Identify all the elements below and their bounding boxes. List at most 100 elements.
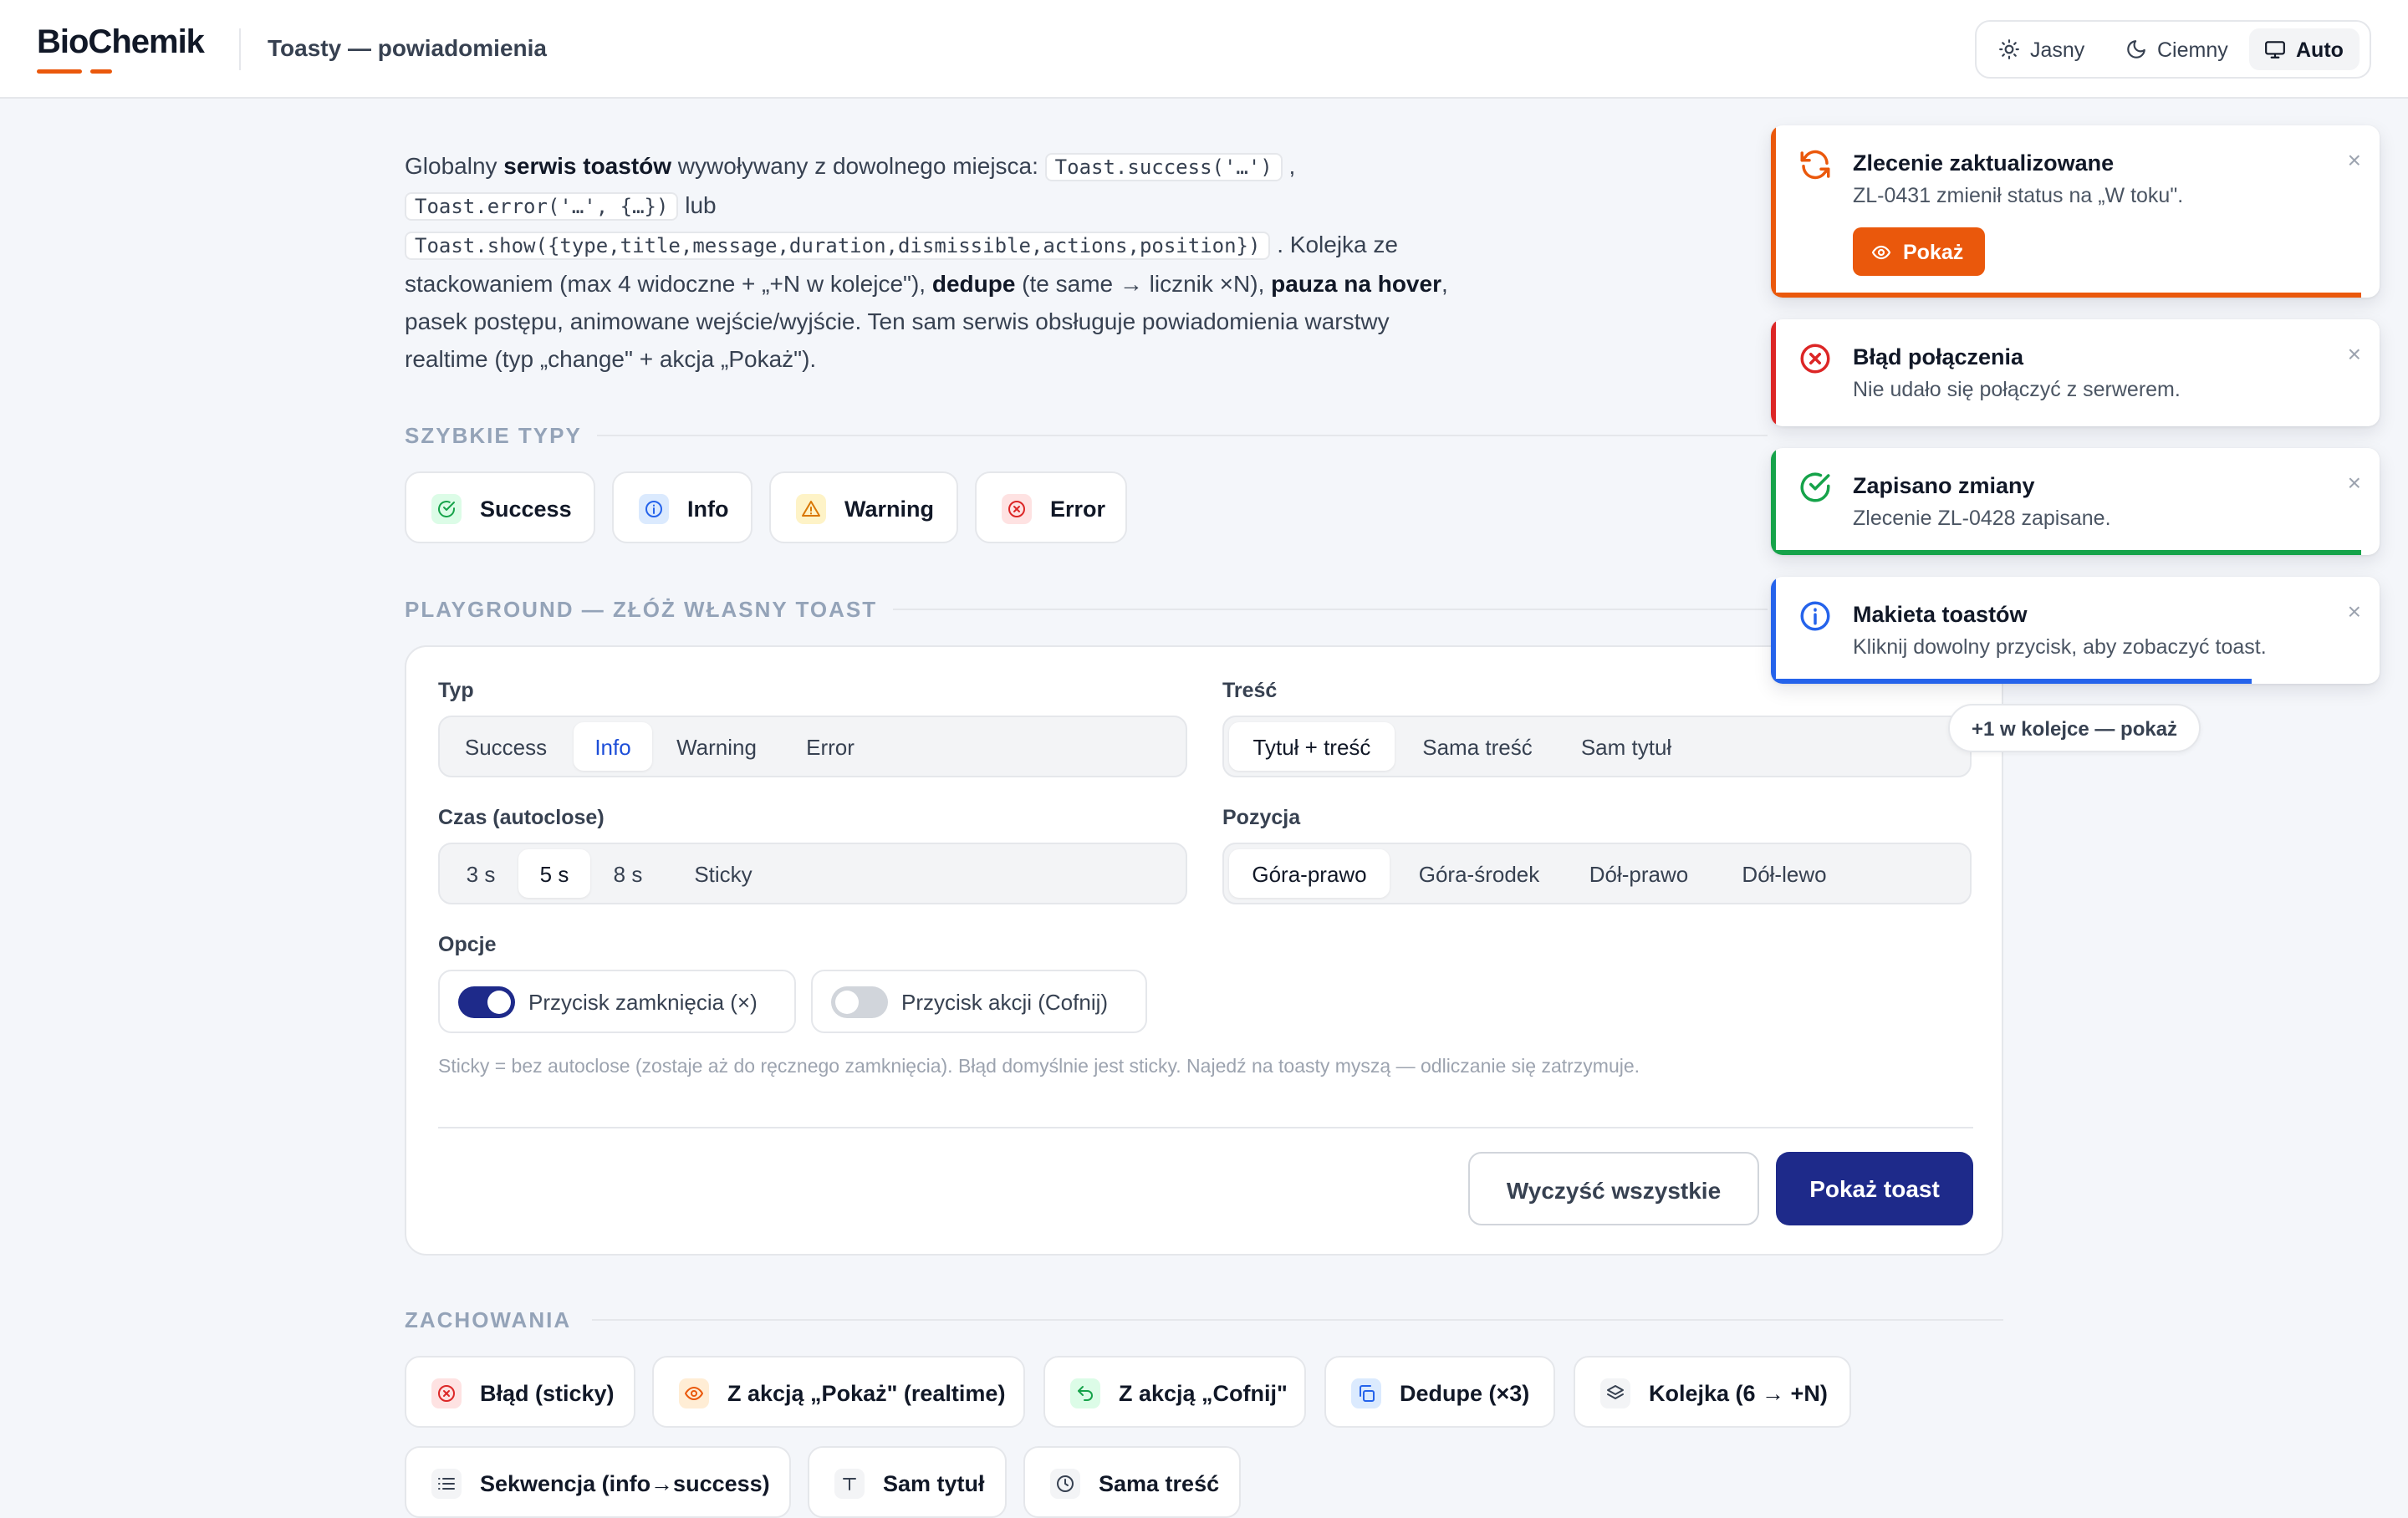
behavior-action-undo-button[interactable]: Z akcją „Cofnij" — [1043, 1356, 1306, 1428]
type-option-success[interactable]: Success — [445, 722, 567, 771]
toast-success[interactable]: Zapisano zmiany Zlecenie ZL-0428 zapisan… — [1771, 448, 2380, 555]
toast-title: Zapisano zmiany — [1853, 473, 2035, 498]
toast-show-action-button[interactable]: Pokaż — [1853, 227, 1985, 276]
close-icon[interactable]: × — [2348, 599, 2361, 625]
toast-title: Błąd połączenia — [1853, 344, 2024, 369]
action-button-toggle[interactable]: Przycisk akcji (Cofnij) — [811, 970, 1147, 1033]
page-title: Toasty — powiadomienia — [268, 35, 547, 61]
toast-info[interactable]: Makieta toastów Kliknij dowolny przycisk… — [1771, 577, 2380, 684]
toast-message: ZL-0431 zmienił status na „W toku". — [1853, 184, 2184, 207]
logo[interactable]: BioChemik — [37, 23, 205, 61]
toast-action-label: Pokaż — [1903, 241, 1964, 264]
position-option-bottom-right[interactable]: Dół-prawo — [1569, 849, 1709, 898]
content-option-title-body[interactable]: Tytuł + treść — [1229, 722, 1395, 771]
queue-more-label: +1 w kolejce — pokaż — [1971, 718, 2178, 741]
quick-info-button[interactable]: Info — [612, 471, 752, 543]
quick-warning-button[interactable]: Warning — [769, 471, 958, 543]
info-icon — [1800, 601, 1830, 631]
close-button-toggle-label: Przycisk zamknięcia (×) — [528, 990, 758, 1015]
theme-auto-button[interactable]: Auto — [2249, 28, 2360, 70]
behavior-error-sticky-button[interactable]: Błąd (sticky) — [405, 1356, 635, 1428]
position-option-top-right[interactable]: Góra-prawo — [1229, 849, 1390, 898]
behavior-sequence-button[interactable]: Sekwencja (info→success) — [405, 1446, 791, 1518]
intro-text-6: (te same → licznik ×N), — [1015, 271, 1272, 297]
toast-accent — [1771, 448, 1776, 555]
behavior-body-only-button[interactable]: Sama treść — [1023, 1446, 1241, 1518]
queue-more-chip[interactable]: +1 w kolejce — pokaż — [1948, 704, 2201, 752]
theme-auto-label: Auto — [2296, 38, 2344, 62]
duration-option-3s[interactable]: 3 s — [445, 849, 517, 898]
type-option-label: Info — [594, 735, 631, 760]
options-label: Opcje — [438, 933, 497, 956]
type-option-error[interactable]: Error — [781, 722, 880, 771]
toggle-knob — [835, 991, 859, 1014]
toggle-switch-on[interactable] — [458, 986, 515, 1018]
behavior-title-only-button[interactable]: Sam tytuł — [808, 1446, 1007, 1518]
theme-dark-label: Ciemny — [2157, 38, 2228, 62]
behavior-queue-button[interactable]: Kolejka (6 → +N) — [1574, 1356, 1851, 1428]
quick-success-label: Success — [480, 497, 572, 522]
position-option-top-center[interactable]: Góra-środek — [1396, 849, 1562, 898]
toast-message: Kliknij dowolny przycisk, aby zobaczyć t… — [1853, 635, 2267, 659]
success-icon — [431, 494, 462, 524]
toast-title: Zlecenie zaktualizowane — [1853, 150, 2115, 176]
behavior-label: Z akcją „Cofnij" — [1119, 1381, 1288, 1406]
intro-text: Globalny serwis toastów wywoływany z dow… — [405, 147, 1458, 378]
duration-option-5s[interactable]: 5 s — [518, 849, 590, 898]
type-option-label: Warning — [676, 735, 757, 760]
duration-label: Czas (autoclose) — [438, 806, 605, 829]
text-icon — [834, 1469, 865, 1499]
position-option-label: Góra-środek — [1418, 862, 1540, 887]
content-option-label: Sama treść — [1422, 735, 1533, 760]
show-toast-label: Pokaż toast — [1809, 1176, 1940, 1202]
error-icon — [1002, 494, 1032, 524]
theme-dark-button[interactable]: Ciemny — [2110, 28, 2242, 70]
duration-option-label: 3 s — [466, 862, 496, 887]
type-option-warning[interactable]: Warning — [659, 722, 774, 771]
toast-progress — [1771, 293, 2362, 298]
playground-heading: PLAYGROUND — ZŁÓŻ WŁASNY TOAST — [405, 597, 878, 622]
behavior-dedupe-button[interactable]: Dedupe (×3) — [1324, 1356, 1555, 1428]
action-button-toggle-label: Przycisk akcji (Cofnij) — [901, 990, 1109, 1015]
toast-message: Zlecenie ZL-0428 zapisane. — [1853, 507, 2111, 530]
content-option-body-only[interactable]: Sama treść — [1401, 722, 1553, 771]
section-rule — [893, 609, 1768, 610]
check-circle-icon — [1800, 472, 1830, 502]
quick-error-button[interactable]: Error — [975, 471, 1127, 543]
intro-bold-3: pauza na hover — [1271, 271, 1441, 297]
toast-progress — [1771, 679, 2252, 684]
close-icon[interactable]: × — [2348, 341, 2361, 368]
intro-text-1: Globalny — [405, 153, 504, 179]
toggle-switch-off[interactable] — [831, 986, 888, 1018]
quick-warning-label: Warning — [844, 497, 934, 522]
clear-all-button[interactable]: Wyczyść wszystkie — [1468, 1152, 1759, 1225]
card-divider — [438, 1127, 1973, 1128]
toast-error[interactable]: Błąd połączenia Nie udało się połączyć z… — [1771, 319, 2380, 426]
duration-option-label: 8 s — [613, 862, 643, 887]
duration-option-sticky[interactable]: Sticky — [671, 849, 776, 898]
duration-selector: 3 s 5 s 8 s Sticky — [438, 843, 1187, 904]
quick-types-heading: SZYBKIE TYPY — [405, 423, 582, 448]
x-circle-icon — [1800, 344, 1830, 374]
code-toast-show: Toast.show({type,title,message,duration,… — [405, 232, 1271, 260]
toast-message: Nie udało się połączyć z serwerem. — [1853, 378, 2181, 401]
intro-text-4: lub — [678, 192, 717, 218]
close-button-toggle[interactable]: Przycisk zamknięcia (×) — [438, 970, 796, 1033]
layers-icon — [1600, 1378, 1630, 1408]
list-icon — [431, 1469, 462, 1499]
show-toast-button[interactable]: Pokaż toast — [1776, 1152, 1973, 1225]
section-rule — [597, 435, 1768, 436]
warning-icon — [796, 494, 826, 524]
quick-success-button[interactable]: Success — [405, 471, 595, 543]
close-icon[interactable]: × — [2348, 470, 2361, 497]
close-icon[interactable]: × — [2348, 147, 2361, 174]
content-option-title-only[interactable]: Sam tytuł — [1560, 722, 1692, 771]
toast-change[interactable]: Zlecenie zaktualizowane ZL-0431 zmienił … — [1771, 125, 2380, 298]
duration-option-label: 5 s — [539, 862, 569, 887]
position-option-label: Dół-prawo — [1589, 862, 1689, 887]
position-option-bottom-left[interactable]: Dół-lewo — [1716, 849, 1853, 898]
behavior-action-show-button[interactable]: Z akcją „Pokaż" (realtime) — [652, 1356, 1025, 1428]
theme-light-button[interactable]: Jasny — [1983, 28, 2104, 70]
duration-option-8s[interactable]: 8 s — [592, 849, 664, 898]
type-option-info[interactable]: Info — [574, 722, 652, 771]
